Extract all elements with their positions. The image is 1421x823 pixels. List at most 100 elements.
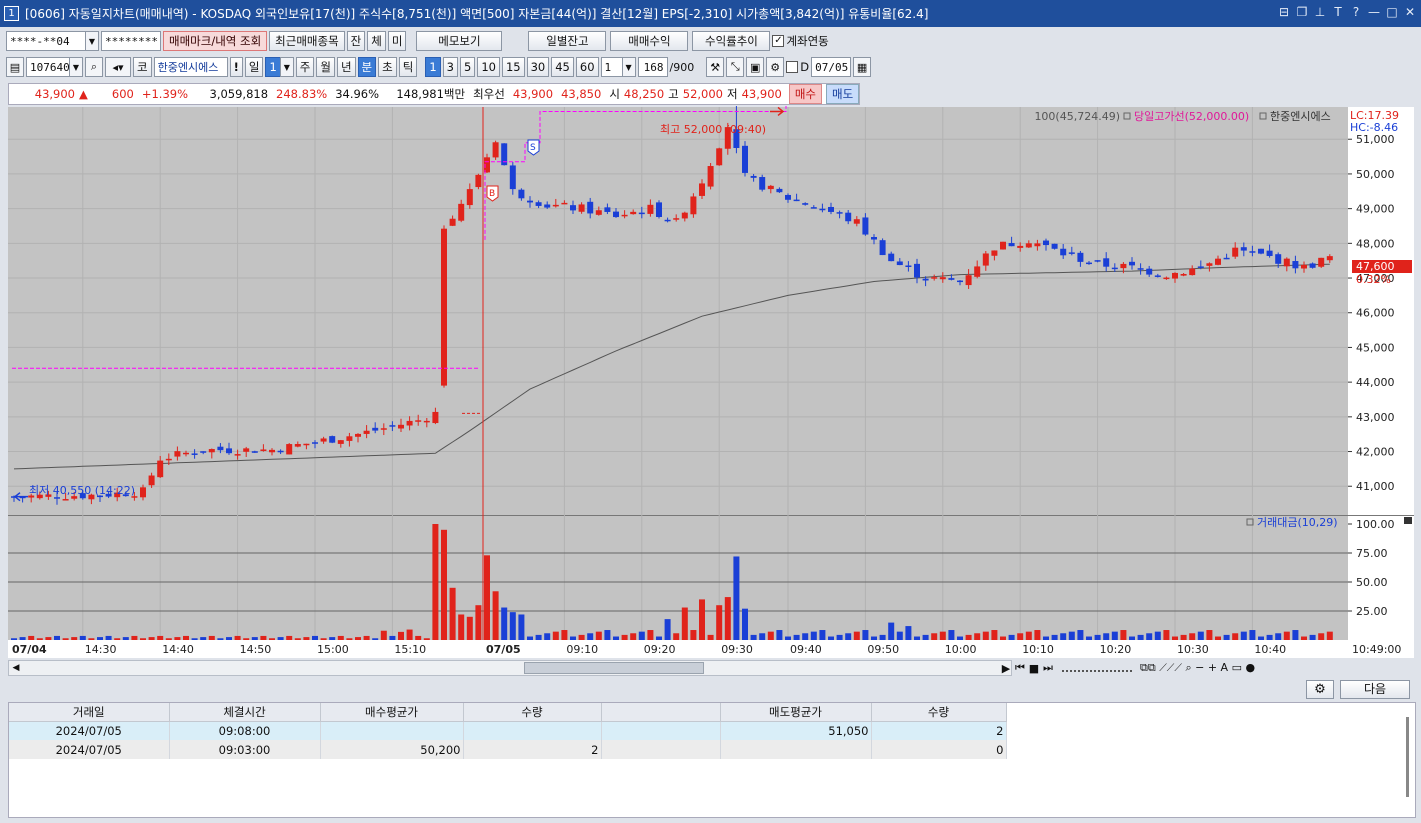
period-day-number[interactable]: 1 bbox=[265, 57, 281, 77]
save-icon[interactable]: ▣ bbox=[746, 57, 765, 77]
memo-button[interactable]: 메모보기 bbox=[416, 31, 503, 51]
table-row[interactable]: 2024/07/05 09:08:00 51,050 2 bbox=[9, 721, 1007, 740]
volume-bar bbox=[97, 637, 103, 640]
help-icon[interactable]: ? bbox=[1349, 4, 1363, 20]
volume-bar bbox=[148, 637, 155, 640]
account-link-checkbox[interactable]: ✓ 계좌연동 bbox=[772, 33, 829, 49]
sell-button[interactable]: 매도 bbox=[826, 84, 860, 104]
candle-body bbox=[853, 219, 860, 224]
period-week-button[interactable]: 주 bbox=[295, 57, 315, 77]
indicator-icon[interactable]: ⚒ bbox=[706, 57, 725, 77]
balance-button[interactable]: 잔 bbox=[346, 31, 366, 51]
stop-icon[interactable]: ■ bbox=[1028, 662, 1040, 675]
price-plot-area[interactable] bbox=[8, 107, 1348, 515]
profit-trend-button[interactable]: 수익률추이 bbox=[692, 31, 771, 51]
col-sell-qty[interactable]: 수량 bbox=[871, 703, 1007, 722]
date-checkbox[interactable]: D bbox=[786, 60, 809, 74]
period-second-button[interactable]: 초 bbox=[378, 57, 397, 77]
date-input[interactable]: 07/05 bbox=[811, 57, 852, 77]
stock-code-input[interactable]: 107640 bbox=[26, 57, 70, 77]
sell-marker[interactable]: S bbox=[527, 139, 540, 156]
col-sell-avg[interactable]: 매도평균가 bbox=[720, 703, 872, 722]
stock-code-dropdown[interactable]: ▼ bbox=[69, 57, 83, 77]
volume-bar bbox=[656, 636, 662, 640]
warning-button[interactable]: ! bbox=[229, 57, 243, 77]
candle-body bbox=[604, 207, 611, 212]
col-buy-qty[interactable]: 수량 bbox=[463, 703, 602, 722]
interval-60-button[interactable]: 60 bbox=[575, 57, 599, 77]
buy-marker[interactable]: B bbox=[486, 185, 499, 202]
volume-bar bbox=[200, 637, 207, 640]
period-dropdown[interactable]: ▼ bbox=[279, 57, 294, 77]
executed-button[interactable]: 체 bbox=[367, 31, 386, 51]
tile-icon[interactable]: ❐ bbox=[1295, 4, 1309, 20]
trade-profit-button[interactable]: 매매수익 bbox=[610, 31, 689, 51]
account-dropdown[interactable]: ▼ bbox=[85, 31, 99, 51]
scroll-thumb[interactable] bbox=[524, 662, 704, 674]
interval-5-button[interactable]: 5 bbox=[459, 57, 476, 77]
account-input[interactable]: ****-**04 bbox=[6, 31, 86, 51]
tool-icon[interactable]: ⤡ bbox=[726, 57, 745, 77]
forward-icon[interactable]: ⏭ bbox=[1042, 661, 1054, 675]
volume-bar bbox=[28, 635, 35, 640]
calendar-icon[interactable]: ▦ bbox=[853, 57, 872, 77]
settings-icon[interactable]: ⚙ bbox=[766, 57, 785, 77]
search-icon[interactable]: ⌕ bbox=[85, 57, 103, 77]
volume-plot-area[interactable] bbox=[8, 516, 1348, 640]
multiplier-input[interactable]: 1 bbox=[600, 57, 623, 77]
interval-3-button[interactable]: 3 bbox=[442, 57, 458, 77]
font-icon[interactable]: T bbox=[1331, 4, 1345, 20]
link-window-icon[interactable]: ⊟ bbox=[1277, 4, 1291, 20]
pin-icon[interactable]: ⊥ bbox=[1313, 4, 1327, 20]
table-settings-icon[interactable]: ⚙ bbox=[1306, 680, 1334, 699]
interval-15-button[interactable]: 15 bbox=[501, 57, 525, 77]
maximize-icon[interactable]: □ bbox=[1385, 4, 1399, 20]
minimize-icon[interactable]: — bbox=[1367, 4, 1381, 20]
count-input[interactable]: 168 bbox=[637, 57, 668, 77]
table-row[interactable]: 2024/07/05 09:03:00 50,200 2 0 bbox=[9, 740, 1007, 759]
volume-bar bbox=[1223, 634, 1230, 640]
unfilled-button[interactable]: 미 bbox=[387, 31, 407, 51]
period-day-button[interactable]: 일 bbox=[244, 57, 264, 77]
price-chart[interactable]: 51,00050,00049,00048,00047,00046,00045,0… bbox=[0, 106, 1421, 660]
password-input[interactable]: ******** bbox=[101, 31, 161, 51]
chart-scrollbar[interactable]: ◀ bbox=[8, 660, 1012, 676]
time-label: 10:00 bbox=[945, 643, 977, 656]
time-label: 14:30 bbox=[85, 643, 117, 656]
period-minute-button[interactable]: 분 bbox=[357, 57, 377, 77]
period-month-button[interactable]: 월 bbox=[316, 57, 335, 77]
draw-tools-icon[interactable]: ⧉⧉ ⟋⟋⟋ ⌕ − + A ▭ ● bbox=[1140, 661, 1255, 675]
recent-trades-button[interactable]: 최근매매종목 bbox=[269, 31, 345, 51]
layout-icon[interactable]: ▤ bbox=[6, 57, 24, 77]
period-tick-button[interactable]: 틱 bbox=[398, 57, 418, 77]
volume-bar bbox=[1215, 636, 1221, 640]
candle-body bbox=[681, 212, 688, 219]
daily-balance-button[interactable]: 일별잔고 bbox=[528, 31, 607, 51]
rewind-icon[interactable]: ⏮ bbox=[1014, 661, 1026, 675]
close-icon[interactable]: ✕ bbox=[1403, 4, 1417, 20]
interval-10-button[interactable]: 10 bbox=[477, 57, 500, 77]
candle-body bbox=[286, 444, 293, 455]
play-icon[interactable]: ▶ bbox=[1000, 662, 1012, 675]
volume-bar bbox=[1197, 631, 1204, 640]
close-pane-icon[interactable] bbox=[1404, 517, 1412, 524]
col-trade-date[interactable]: 거래일 bbox=[9, 703, 170, 722]
candle-body bbox=[527, 200, 533, 203]
buy-button[interactable]: 매수 bbox=[788, 84, 823, 104]
period-year-button[interactable]: 년 bbox=[336, 57, 356, 77]
table-scrollbar[interactable] bbox=[1406, 717, 1409, 797]
interval-30-button[interactable]: 30 bbox=[526, 57, 550, 77]
trade-mark-query-button[interactable]: 매매마크/내역 조회 bbox=[163, 31, 268, 51]
multiplier-dropdown[interactable]: ▼ bbox=[621, 57, 636, 77]
interval-1-button[interactable]: 1 bbox=[425, 57, 441, 77]
interval-45-button[interactable]: 45 bbox=[551, 57, 574, 77]
title-bar: 1 [0606] 자동일지차트(매매내역) - KOSDAQ 외국인보유[17(… bbox=[0, 0, 1421, 27]
volume-bar bbox=[836, 634, 843, 640]
scroll-left-icon[interactable]: ◀ bbox=[9, 661, 23, 675]
next-button[interactable]: 다음 bbox=[1340, 680, 1410, 699]
col-exec-time[interactable]: 체결시간 bbox=[169, 703, 321, 722]
table-header: 거래일 체결시간 매수평균가 수량 매도평균가 수량 bbox=[9, 703, 1007, 722]
zoom-slider[interactable] bbox=[1062, 664, 1132, 672]
speaker-icon[interactable]: ◂▾ bbox=[105, 57, 131, 77]
col-buy-avg[interactable]: 매수평균가 bbox=[320, 703, 464, 722]
